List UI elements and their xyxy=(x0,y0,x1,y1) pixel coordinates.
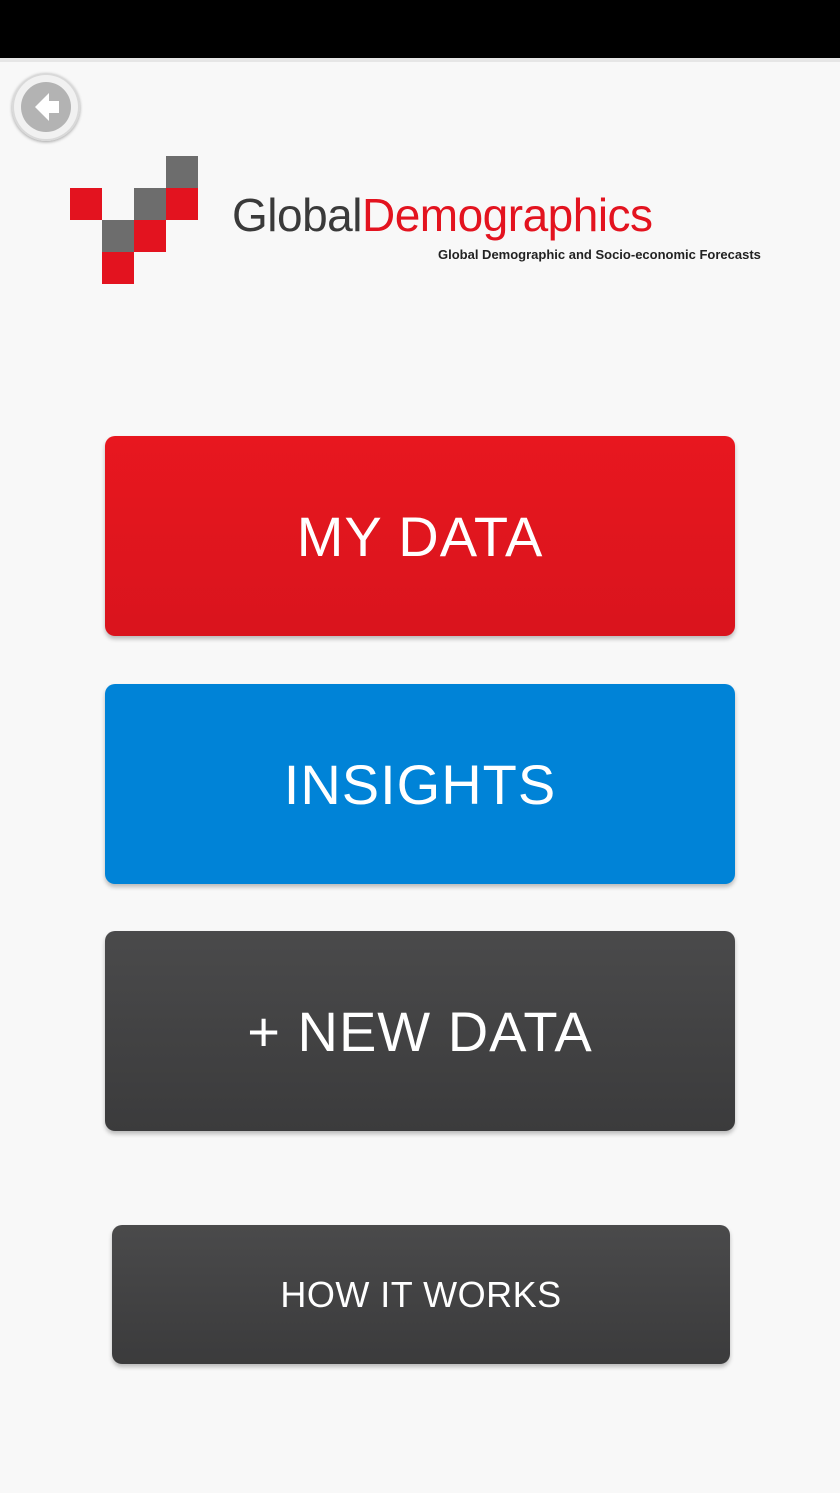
brand-name: GlobalDemographics xyxy=(232,192,653,238)
insights-button[interactable]: INSIGHTS xyxy=(105,684,735,884)
brand-tagline: Global Demographic and Socio-economic Fo… xyxy=(438,247,761,262)
status-divider xyxy=(0,58,840,62)
my-data-button[interactable]: MY DATA xyxy=(105,436,735,636)
brand-name-demographics: Demographics xyxy=(361,189,653,241)
logo-mark-icon xyxy=(70,156,200,286)
brand-name-global: Global xyxy=(232,189,362,241)
arrow-left-icon xyxy=(19,80,73,134)
new-data-button[interactable]: + NEW DATA xyxy=(105,931,735,1131)
how-it-works-button[interactable]: HOW IT WORKS xyxy=(112,1225,730,1364)
status-bar xyxy=(0,0,840,58)
back-button[interactable] xyxy=(12,73,80,141)
global-demographics-logo: GlobalDemographics Global Demographic an… xyxy=(70,156,790,286)
